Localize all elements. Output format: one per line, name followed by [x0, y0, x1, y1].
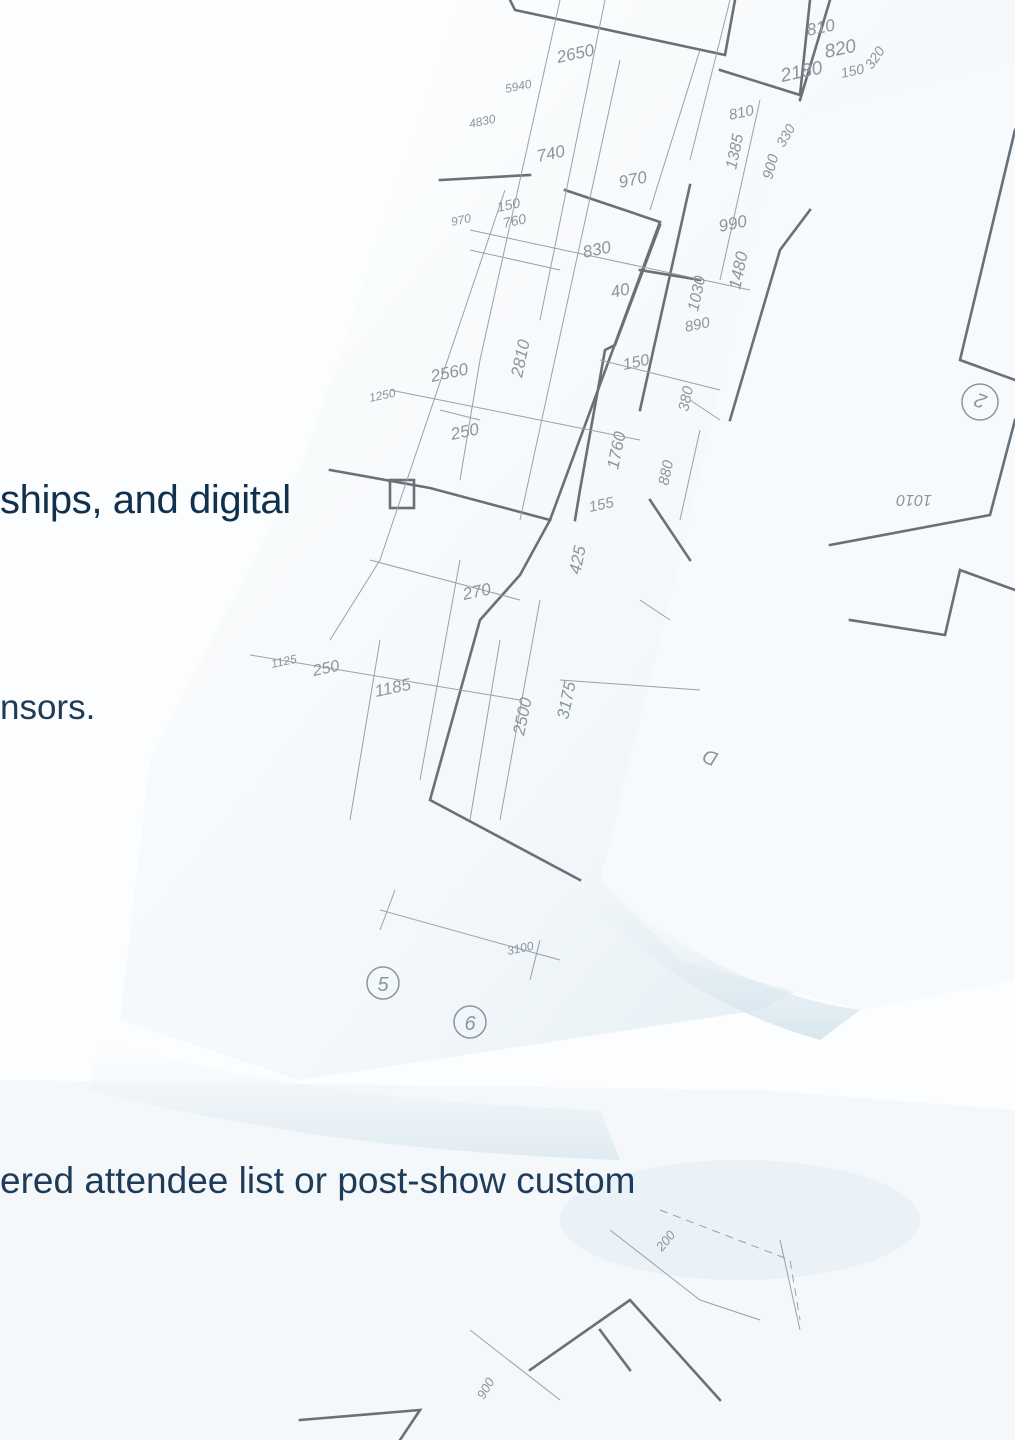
- section-heading: ships, and digital: [0, 478, 291, 522]
- body-text-line: nsors.: [0, 688, 96, 727]
- svg-text:5: 5: [377, 974, 389, 996]
- blueprint-background: 810 820 2180 150 320 2650 5940 4830 810 …: [0, 0, 1015, 1440]
- body-text-line: ered attendee list or post-show custom: [0, 1160, 636, 1201]
- svg-text:6: 6: [464, 1013, 476, 1035]
- svg-text:1010: 1010: [896, 491, 932, 508]
